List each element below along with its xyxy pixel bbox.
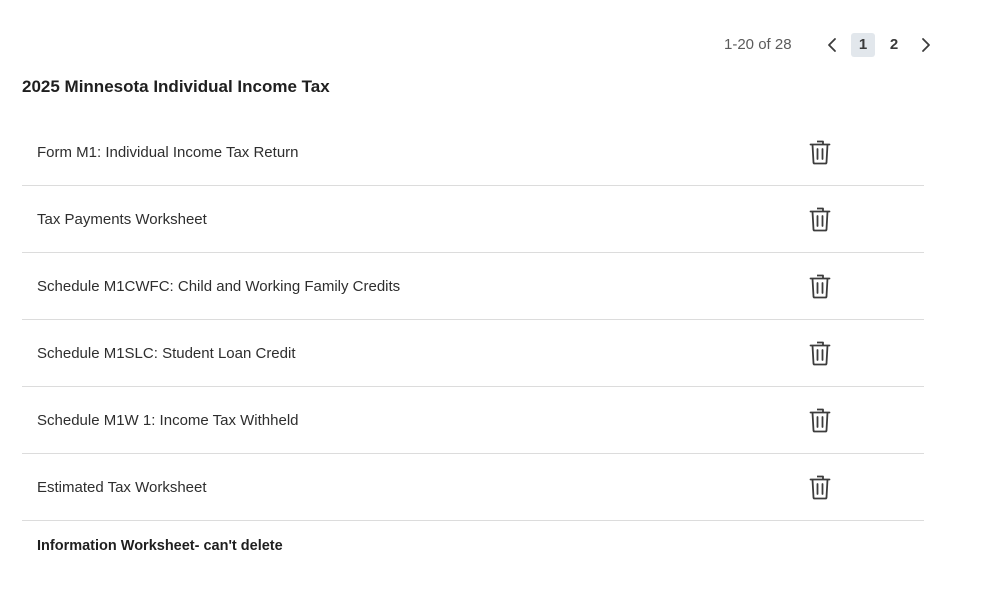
- form-name-link[interactable]: Schedule M1W 1: Income Tax Withheld: [22, 412, 299, 429]
- delete-form-button[interactable]: [808, 474, 832, 501]
- trash-icon: [809, 341, 831, 366]
- trash-icon: [809, 408, 831, 433]
- form-row: Schedule M1W 1: Income Tax Withheld: [22, 387, 924, 454]
- form-list: Form M1: Individual Income Tax Return Ta…: [22, 119, 924, 571]
- form-name-link[interactable]: Schedule M1SLC: Student Loan Credit: [22, 345, 296, 362]
- trash-icon: [809, 140, 831, 165]
- trash-icon: [809, 207, 831, 232]
- form-name-link[interactable]: Estimated Tax Worksheet: [22, 479, 207, 496]
- form-name-link[interactable]: Form M1: Individual Income Tax Return: [22, 144, 299, 161]
- form-row: Form M1: Individual Income Tax Return: [22, 119, 924, 186]
- delete-form-button[interactable]: [808, 206, 832, 233]
- delete-form-button[interactable]: [808, 340, 832, 367]
- trash-icon: [809, 274, 831, 299]
- page-1-button[interactable]: 1: [851, 32, 875, 57]
- form-row: Schedule M1CWFC: Child and Working Famil…: [22, 253, 924, 320]
- chevron-right-icon[interactable]: [914, 32, 938, 57]
- form-row: Estimated Tax Worksheet: [22, 454, 924, 521]
- form-name-link[interactable]: Schedule M1CWFC: Child and Working Famil…: [22, 278, 400, 295]
- pagination-range: 1-20 of 28: [724, 36, 792, 53]
- form-row: Schedule M1SLC: Student Loan Credit: [22, 320, 924, 387]
- form-name-link[interactable]: Tax Payments Worksheet: [22, 211, 207, 228]
- delete-form-button[interactable]: [808, 407, 832, 434]
- section-title: 2025 Minnesota Individual Income Tax: [22, 77, 330, 96]
- page-2-button[interactable]: 2: [882, 33, 906, 57]
- page: 1-20 of 28 1 2 2025 Minnesota Individual…: [0, 0, 999, 594]
- chevron-left-icon[interactable]: [820, 32, 844, 57]
- delete-form-button[interactable]: [808, 139, 832, 166]
- info-worksheet-row: Information Worksheet- can't delete: [22, 521, 924, 571]
- form-row: Tax Payments Worksheet: [22, 186, 924, 253]
- pagination: 1-20 of 28 1 2: [700, 32, 938, 57]
- trash-icon: [809, 475, 831, 500]
- delete-form-button[interactable]: [808, 273, 832, 300]
- info-worksheet-link[interactable]: Information Worksheet- can't delete: [22, 538, 283, 554]
